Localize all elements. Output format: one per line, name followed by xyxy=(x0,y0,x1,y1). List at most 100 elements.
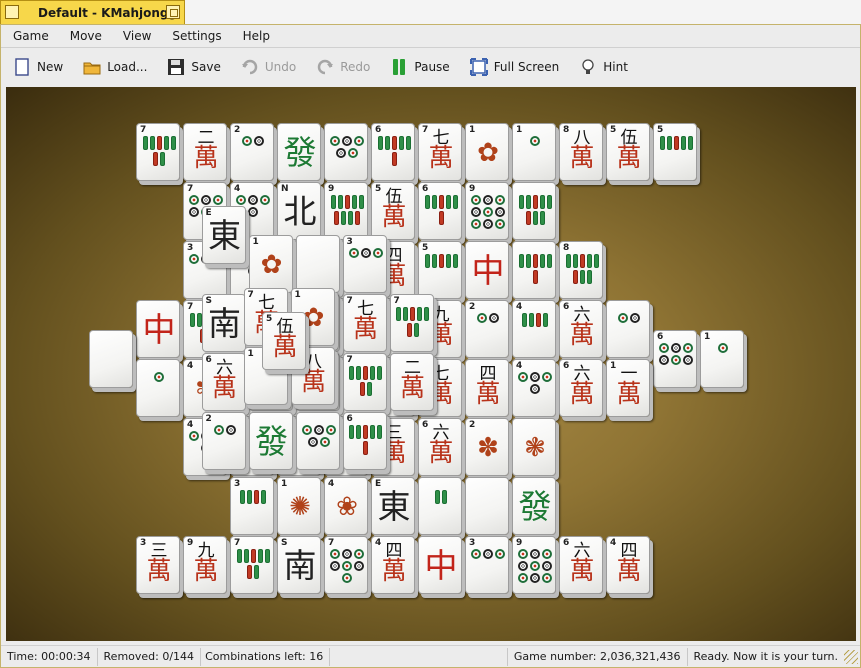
mahjong-tile[interactable]: 中 xyxy=(418,536,467,598)
bamboo-stick xyxy=(405,136,411,150)
tile-face: 7 xyxy=(324,536,368,594)
mahjong-tile[interactable]: 4 xyxy=(512,359,561,421)
mahjong-tile[interactable]: 7 xyxy=(230,536,279,598)
mahjong-tile[interactable]: 2 xyxy=(465,300,514,362)
mahjong-tile[interactable] xyxy=(136,359,185,421)
mahjong-tile[interactable]: 1 ✺ xyxy=(277,477,326,539)
maximize-icon[interactable] xyxy=(166,5,180,19)
character-wan: 萬 xyxy=(381,202,407,231)
mahjong-tile[interactable] xyxy=(324,123,373,185)
mahjong-tile[interactable]: E東 xyxy=(371,477,420,539)
mahjong-tile[interactable]: 1 xyxy=(512,123,561,185)
redo-button[interactable]: Redo xyxy=(310,52,376,82)
bamboo-stick xyxy=(398,136,404,150)
mahjong-tile[interactable]: 9九萬 xyxy=(183,536,232,598)
mahjong-tile[interactable]: 7七萬 xyxy=(418,123,467,185)
mahjong-tile[interactable] xyxy=(418,477,467,539)
mahjong-tile[interactable]: 發 xyxy=(248,412,298,474)
honor-tile-glyph: 中 xyxy=(471,251,505,290)
mahjong-tile[interactable]: 中 xyxy=(465,241,514,303)
mahjong-tile[interactable]: 9 xyxy=(512,536,561,598)
menu-game[interactable]: Game xyxy=(1,29,58,43)
mahjong-tile[interactable]: 6 xyxy=(653,329,702,392)
mahjong-tile[interactable] xyxy=(295,412,345,474)
menu-settings[interactable]: Settings xyxy=(160,29,230,43)
menu-view[interactable]: View xyxy=(111,29,160,43)
mahjong-tile[interactable]: E東 xyxy=(201,205,251,268)
mahjong-tile[interactable] xyxy=(465,477,514,539)
circle-suit-icon xyxy=(203,419,245,435)
hint-button[interactable]: Hint xyxy=(573,52,634,82)
mahjong-tile[interactable]: 4 ❀ xyxy=(324,477,373,539)
mahjong-tile[interactable]: 1一萬 xyxy=(606,359,655,421)
character-suit-glyph: 四萬 xyxy=(466,366,508,407)
mahjong-tile[interactable]: 7 xyxy=(136,123,185,185)
menu-help[interactable]: Help xyxy=(231,29,279,43)
fullscreen-button[interactable]: Full Screen xyxy=(464,52,566,82)
mahjong-tile[interactable]: 3 xyxy=(465,536,514,598)
mahjong-tile[interactable]: 6六萬 xyxy=(559,536,608,598)
tile-face: 1 ✿ xyxy=(248,235,293,293)
circle-suit-icon xyxy=(701,337,743,353)
circle-pip xyxy=(471,549,481,559)
mahjong-tile[interactable]: 6 xyxy=(342,412,392,474)
mahjong-tile[interactable]: 8八萬 xyxy=(559,123,608,185)
mahjong-tile[interactable]: 6 xyxy=(371,123,420,185)
mahjong-tile[interactable] xyxy=(89,329,138,392)
save-button[interactable]: Save xyxy=(161,52,226,82)
mahjong-tile[interactable]: 5伍萬 xyxy=(262,311,311,374)
mahjong-tile[interactable]: 5伍萬 xyxy=(606,123,655,185)
mahjong-tile[interactable]: 6 xyxy=(418,182,467,244)
mahjong-tile[interactable]: 4四萬 xyxy=(371,536,420,598)
load-button[interactable]: Load... xyxy=(77,52,153,82)
game-board[interactable]: 7二萬2發67七萬1✿18八萬5伍萬574N北95伍萬693457七萬4四萬5中… xyxy=(6,87,856,641)
bamboo-stick xyxy=(518,195,524,209)
mahjong-tile[interactable]: 1 xyxy=(700,329,749,392)
mahjong-tile[interactable]: 二萬 xyxy=(183,123,232,185)
mahjong-tile[interactable]: 6六萬 xyxy=(559,359,608,421)
mahjong-tile[interactable]: 2 ✽ xyxy=(465,418,514,480)
menu-move[interactable]: Move xyxy=(58,29,111,43)
character-wan: 萬 xyxy=(569,556,595,585)
mahjong-tile[interactable]: 8 xyxy=(559,241,608,303)
resize-grip[interactable] xyxy=(844,649,858,664)
mahjong-tile[interactable]: 發 xyxy=(277,123,326,185)
window-title-tab[interactable]: Default - KMahjongg xyxy=(0,0,185,24)
tile-face: 2 xyxy=(465,300,509,358)
mahjong-tile[interactable]: 3三萬 xyxy=(136,536,185,598)
window-menu-icon[interactable] xyxy=(5,5,19,19)
mahjong-tile[interactable]: 2 xyxy=(230,123,279,185)
mahjong-tile[interactable]: 4 xyxy=(512,300,561,362)
mahjong-tile[interactable] xyxy=(512,182,561,244)
mahjong-tile[interactable]: S南 xyxy=(277,536,326,598)
pause-button[interactable]: Pause xyxy=(384,52,455,82)
mahjong-tile[interactable]: 1 ✿ xyxy=(465,123,514,185)
mahjong-tile[interactable] xyxy=(606,300,655,362)
mahjong-tile[interactable]: 6六萬 xyxy=(559,300,608,362)
mahjong-tile[interactable]: 6六萬 xyxy=(418,418,467,480)
mahjong-tile[interactable]: 中 xyxy=(136,300,185,362)
mahjong-tile[interactable]: 2 xyxy=(201,412,251,474)
circle-pip xyxy=(189,207,199,217)
mahjong-tile[interactable] xyxy=(512,241,561,303)
mahjong-tile[interactable]: 四萬 xyxy=(465,359,514,421)
mahjong-tile[interactable]: 9 xyxy=(465,182,514,244)
mahjong-tile[interactable]: 發 xyxy=(512,477,561,539)
mahjong-tile[interactable]: 二萬 xyxy=(389,353,439,415)
mahjong-tile[interactable]: 5 xyxy=(653,123,702,185)
mahjong-tile[interactable]: 4四萬 xyxy=(606,536,655,598)
mahjong-tile[interactable]: ❃ xyxy=(512,418,561,480)
mahjong-tile[interactable]: 7 xyxy=(389,294,439,356)
circle-pip xyxy=(354,136,364,146)
tile-face: 發 xyxy=(248,412,293,470)
bamboo-stick xyxy=(384,136,390,150)
mahjong-tile[interactable]: 7七萬 xyxy=(342,294,392,356)
mahjong-tile[interactable]: 3 xyxy=(230,477,279,539)
mahjong-tile[interactable]: 3 xyxy=(342,235,392,297)
character-suit-glyph: 七萬 xyxy=(419,130,461,171)
mahjong-tile[interactable]: 7 xyxy=(324,536,373,598)
bamboo-suit-icon xyxy=(344,419,386,455)
mahjong-tile[interactable]: 7 xyxy=(342,353,392,415)
new-button[interactable]: New xyxy=(7,52,69,82)
undo-button[interactable]: Undo xyxy=(235,52,302,82)
